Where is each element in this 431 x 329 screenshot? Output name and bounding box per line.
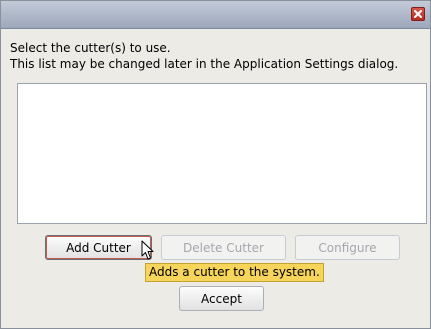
delete-cutter-button[interactable]: Delete Cutter (161, 235, 286, 260)
close-icon (414, 10, 422, 18)
close-button[interactable] (411, 7, 425, 21)
instruction-text: Select the cutter(s) to use. This list m… (10, 40, 428, 72)
instruction-line-1: Select the cutter(s) to use. (10, 41, 171, 55)
instruction-line-2: This list may be changed later in the Ap… (10, 57, 399, 71)
title-bar[interactable] (1, 1, 430, 29)
add-cutter-button[interactable]: Add Cutter (45, 235, 152, 260)
cutter-list[interactable] (17, 83, 427, 224)
cutter-selection-dialog: Select the cutter(s) to use. This list m… (0, 0, 431, 329)
configure-button[interactable]: Configure (295, 235, 400, 260)
mouse-pointer-icon (141, 240, 154, 260)
accept-button[interactable]: Accept (179, 286, 264, 311)
add-cutter-tooltip: Adds a cutter to the system. (145, 263, 324, 282)
